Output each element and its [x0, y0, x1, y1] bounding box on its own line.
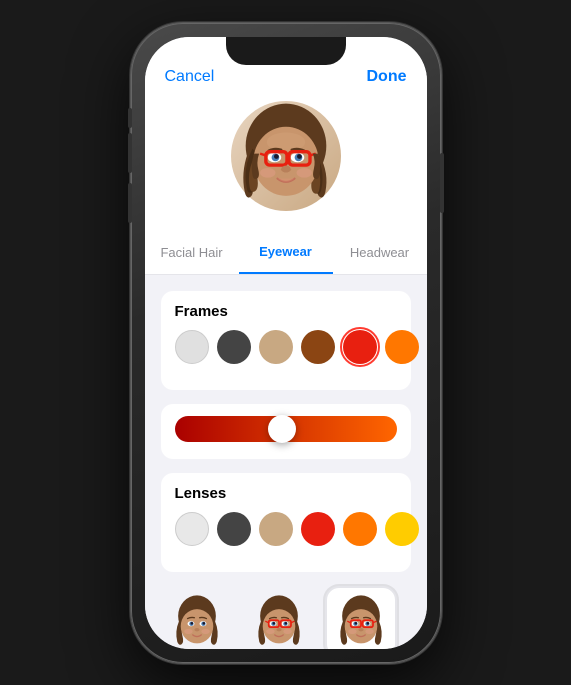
- preview-item-3[interactable]: [325, 586, 397, 649]
- lenses-color-dark-gray[interactable]: [217, 512, 251, 546]
- frames-color-dark-gray[interactable]: [217, 330, 251, 364]
- memoji-face: [231, 96, 341, 216]
- slider-section: [161, 404, 411, 459]
- lenses-section: Lenses: [161, 473, 411, 572]
- tab-bar: Facial Hair Eyewear Headwear: [145, 231, 427, 275]
- frames-label: Frames: [175, 303, 397, 320]
- power-button: [440, 153, 444, 213]
- preview-memoji-1: [167, 592, 227, 649]
- lenses-label: Lenses: [175, 485, 397, 502]
- lenses-color-red[interactable]: [301, 512, 335, 546]
- done-button[interactable]: Done: [367, 68, 407, 86]
- notch: [226, 37, 346, 65]
- frames-color-tan[interactable]: [259, 330, 293, 364]
- tab-eyewear[interactable]: Eyewear: [239, 231, 333, 274]
- frames-section: Frames: [161, 291, 411, 390]
- lenses-color-yellow[interactable]: [385, 512, 419, 546]
- preview-item-1[interactable]: [161, 586, 233, 649]
- volume-up-button: [128, 133, 132, 173]
- lenses-color-row: [175, 512, 397, 546]
- preview-row: [161, 586, 411, 649]
- lenses-color-white[interactable]: [175, 512, 209, 546]
- lenses-color-tan[interactable]: [259, 512, 293, 546]
- preview-memoji-2: [249, 592, 309, 649]
- phone-screen: Cancel Done: [145, 37, 427, 649]
- avatar: [231, 101, 341, 211]
- frames-color-row: [175, 330, 397, 364]
- screen-content: Cancel Done: [145, 37, 427, 649]
- scroll-content: Frames Len: [145, 275, 427, 649]
- frames-color-brown[interactable]: [301, 330, 335, 364]
- lenses-color-orange[interactable]: [343, 512, 377, 546]
- preview-item-2[interactable]: [243, 586, 315, 649]
- phone-frame: Cancel Done: [131, 23, 441, 663]
- frames-color-red[interactable]: [343, 330, 377, 364]
- volume-down-button: [128, 183, 132, 223]
- tab-facial-hair[interactable]: Facial Hair: [145, 231, 239, 274]
- frames-color-white[interactable]: [175, 330, 209, 364]
- cancel-button[interactable]: Cancel: [165, 68, 215, 86]
- shade-slider[interactable]: [175, 416, 397, 442]
- tab-headwear[interactable]: Headwear: [333, 231, 427, 274]
- silent-switch: [128, 108, 132, 128]
- frames-color-orange[interactable]: [385, 330, 419, 364]
- preview-memoji-3: [331, 592, 391, 649]
- avatar-area: [145, 85, 427, 231]
